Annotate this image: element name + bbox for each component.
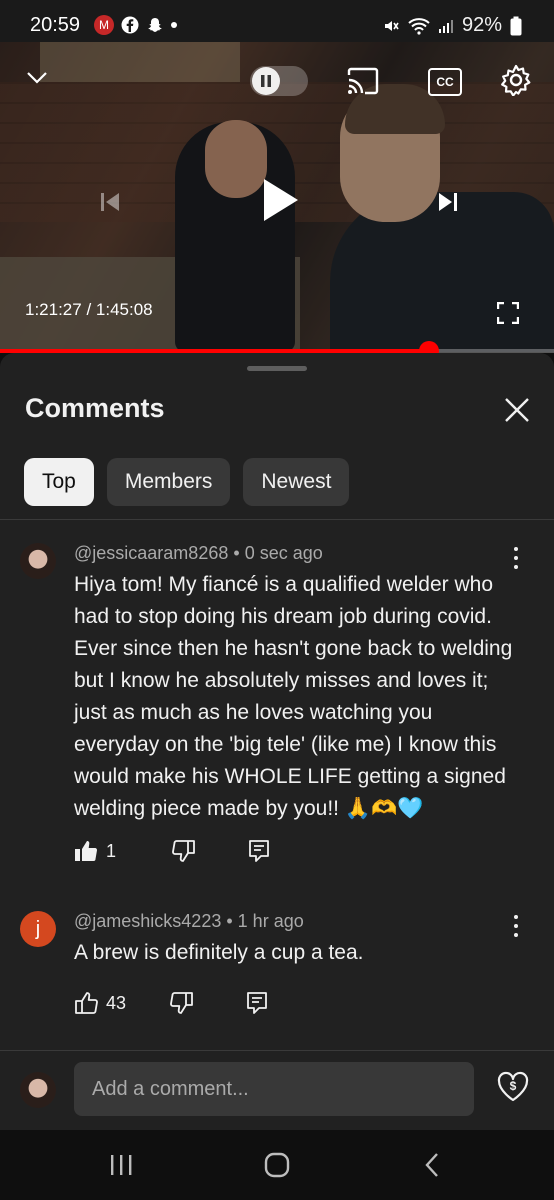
play-button[interactable] (252, 172, 308, 228)
back-icon (425, 1153, 438, 1177)
drag-handle[interactable] (247, 366, 307, 371)
home-icon (264, 1152, 290, 1178)
comment-author[interactable]: @jessicaaram8268 (74, 543, 228, 563)
comment-actions: 1 (74, 839, 270, 863)
comment-input[interactable] (74, 1062, 474, 1116)
thumbs-up-icon (75, 992, 98, 1014)
super-thanks-button[interactable]: $ (496, 1070, 532, 1106)
comment-time: 0 sec ago (244, 543, 323, 563)
comment-text: A brew is definitely a cup a tea. (74, 941, 364, 964)
mute-icon (384, 20, 399, 31)
comment-author[interactable]: @jameshicks4223 (74, 911, 221, 931)
previous-icon (101, 193, 119, 211)
reply-button[interactable] (248, 839, 270, 863)
system-navigation-bar (0, 1130, 554, 1200)
close-icon (505, 398, 529, 422)
comment-meta: @jessicaaram8268 • 0 sec ago (74, 543, 323, 563)
pause-icon (252, 67, 280, 95)
avatar[interactable]: j (20, 911, 56, 947)
sort-chips: Top Members Newest (24, 458, 350, 506)
more-vert-icon (514, 547, 518, 551)
autoplay-toggle[interactable] (250, 66, 308, 96)
comments-title: Comments (25, 393, 165, 423)
gear-icon (501, 64, 531, 96)
status-time: 20:59 (30, 14, 81, 36)
facebook-icon (121, 16, 139, 34)
video-player[interactable]: CC 1:21:27 / 1:45:08 (0, 42, 554, 352)
m-badge-icon: M (94, 15, 114, 35)
chip-top[interactable]: Top (24, 458, 94, 506)
battery-icon (510, 16, 522, 35)
more-options-button[interactable] (506, 913, 526, 939)
thumbs-down-icon (172, 840, 195, 862)
composer-divider (0, 1050, 554, 1051)
next-icon (439, 193, 457, 211)
more-notifications-icon (171, 22, 177, 28)
home-button[interactable] (257, 1148, 297, 1182)
dislike-button[interactable] (170, 992, 194, 1014)
dislike-button[interactable] (172, 840, 196, 862)
comment-time: 1 hr ago (237, 911, 304, 931)
fullscreen-button[interactable] (494, 299, 522, 327)
cast-button[interactable] (346, 64, 380, 98)
collapse-button[interactable] (22, 62, 52, 92)
like-button[interactable]: 43 (74, 992, 126, 1014)
comment-composer: $ (0, 1052, 554, 1142)
cast-icon (347, 67, 379, 95)
captions-button[interactable]: CC (428, 68, 462, 96)
svg-text:$: $ (510, 1079, 517, 1093)
status-bar: 20:59 M 92% (0, 0, 554, 42)
chip-newest[interactable]: Newest (243, 458, 350, 506)
next-button[interactable] (428, 182, 468, 222)
battery-percent: 92% (461, 14, 502, 36)
comment-meta: @jameshicks4223 • 1 hr ago (74, 911, 304, 931)
recent-apps-icon (111, 1155, 132, 1175)
user-avatar (20, 1072, 56, 1108)
snapchat-icon (148, 18, 162, 32)
signal-icon (438, 19, 453, 33)
like-count: 43 (106, 992, 127, 1013)
wifi-icon (408, 17, 430, 35)
thumbs-down-icon (170, 992, 193, 1014)
close-button[interactable] (500, 393, 534, 427)
video-timecode: 1:21:27 / 1:45:08 (25, 300, 153, 319)
reply-icon (247, 992, 267, 1014)
play-icon (264, 179, 298, 221)
super-thanks-heart-icon: $ (497, 1071, 529, 1102)
chevron-down-icon (27, 72, 47, 84)
previous-button[interactable] (90, 182, 130, 222)
divider (0, 519, 554, 520)
recent-apps-button[interactable] (101, 1148, 141, 1182)
like-count: 1 (106, 840, 117, 861)
fullscreen-icon (497, 302, 519, 324)
more-options-button[interactable] (506, 545, 526, 571)
cc-icon: CC (436, 75, 454, 89)
chip-members[interactable]: Members (106, 458, 231, 506)
more-vert-icon (514, 915, 518, 919)
settings-button[interactable] (498, 62, 534, 98)
avatar[interactable] (20, 543, 56, 579)
reply-icon (249, 840, 269, 862)
notification-icons: M (94, 15, 177, 35)
reply-button[interactable] (246, 991, 268, 1015)
back-button[interactable] (412, 1148, 452, 1182)
comment-actions: 43 (74, 991, 268, 1015)
like-button[interactable]: 1 (74, 840, 116, 862)
thumbs-up-filled-icon (75, 841, 98, 861)
comment-text: Hiya tom! My fiancé is a qualified welde… (74, 573, 513, 820)
